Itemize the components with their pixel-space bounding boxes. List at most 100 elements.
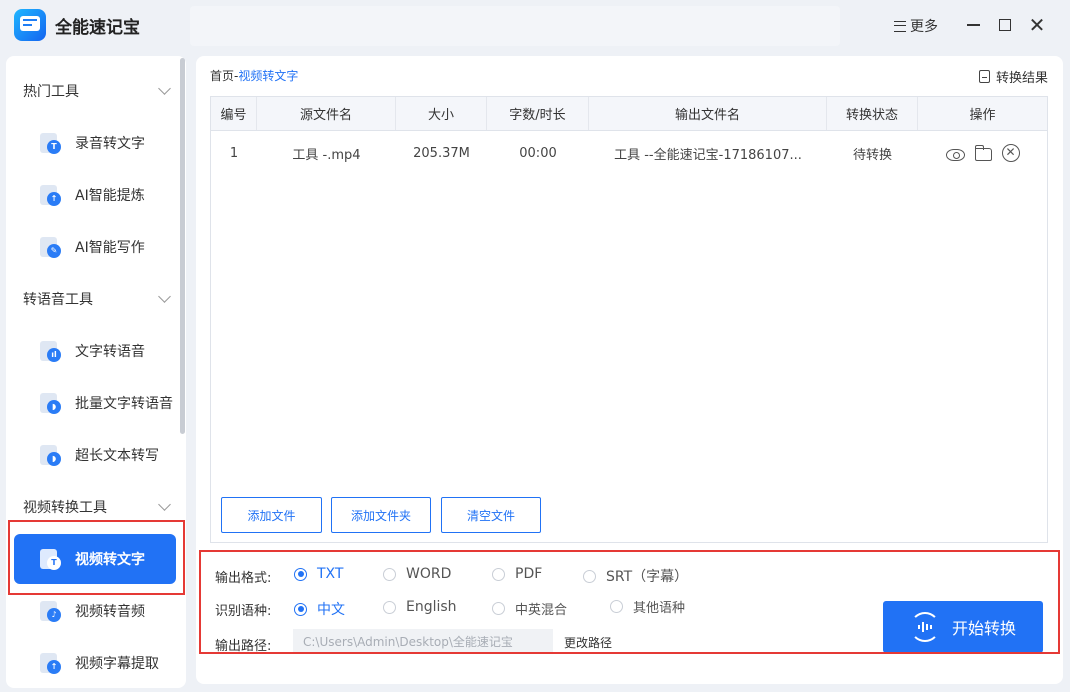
document-icon — [978, 70, 990, 83]
column-header-status: 转换状态 — [827, 97, 918, 130]
radio-selected-icon — [294, 567, 307, 581]
more-menu-label: 更多 — [910, 19, 938, 35]
language-option-label: 中文 — [317, 602, 345, 618]
sidebar-scrollbar[interactable] — [180, 58, 185, 434]
column-header-output: 输出文件名 — [589, 97, 827, 130]
radio-icon — [492, 602, 505, 615]
radio-icon — [583, 569, 596, 583]
format-option-srt[interactable]: SRT（字幕） — [583, 566, 688, 586]
format-option-pdf[interactable]: PDF — [492, 566, 542, 582]
add-folder-button[interactable]: 添加文件夹 — [331, 497, 431, 533]
sidebar-item-label: AI智能提炼 — [75, 188, 145, 204]
table-header: 编号 源文件名 大小 字数/时长 输出文件名 转换状态 操作 — [211, 97, 1047, 131]
close-button[interactable]: ✕ — [1027, 15, 1047, 35]
sidebar-group-label: 热门工具 — [23, 84, 79, 100]
language-option-mixed[interactable]: 中英混合 — [492, 599, 567, 618]
radio-selected-icon — [294, 602, 307, 616]
cell-id: 1 — [229, 145, 239, 161]
preview-eye-icon[interactable] — [945, 149, 965, 161]
sidebar-group-tts-tools[interactable]: 转语音工具 — [23, 287, 173, 311]
close-icon: ✕ — [1028, 13, 1046, 37]
audio-to-text-icon: T — [40, 132, 62, 154]
language-option-english[interactable]: English — [383, 599, 457, 615]
column-header-duration: 字数/时长 — [487, 97, 589, 130]
maximize-icon — [999, 19, 1011, 31]
format-option-txt[interactable]: TXT — [294, 566, 343, 582]
table-row: 1 工具 -.mp4 205.37M 00:00 工具 --全能速记宝-1718… — [211, 131, 1047, 175]
output-format-label: 输出格式: — [215, 571, 272, 586]
format-option-label: SRT（字幕） — [606, 569, 689, 585]
radio-icon — [610, 600, 623, 613]
format-option-word[interactable]: WORD — [383, 566, 451, 582]
minimize-button[interactable] — [963, 15, 983, 35]
chevron-down-icon — [158, 498, 171, 511]
radio-icon — [492, 567, 505, 581]
sidebar-item-video-to-text[interactable]: T 视频转文字 — [14, 534, 176, 584]
sidebar-item-subtitle-extract[interactable]: ↑ 视频字幕提取 — [14, 639, 176, 687]
sidebar-item-ai-extract[interactable]: ↑ AI智能提炼 — [14, 171, 176, 219]
sidebar-item-label: 批量文字转语音 — [75, 396, 173, 412]
sidebar-item-label: 视频转音频 — [75, 604, 145, 620]
audio-wave-icon — [909, 612, 940, 642]
language-option-other[interactable]: 其他语种 — [610, 597, 685, 616]
output-path-input[interactable]: C:\Users\Admin\Desktop\全能速记宝 — [293, 629, 553, 654]
sidebar-item-label: 超长文本转写 — [75, 448, 159, 464]
batch-tts-icon: ◗ — [40, 392, 62, 414]
sidebar-item-label: 文字转语音 — [75, 344, 145, 360]
column-header-id: 编号 — [211, 97, 257, 130]
sidebar-item-label: 录音转文字 — [75, 136, 145, 152]
open-folder-icon[interactable] — [974, 145, 992, 161]
language-option-label: English — [406, 599, 457, 615]
breadcrumb: 首页-视频转文字 — [210, 67, 298, 84]
chevron-down-icon — [158, 290, 171, 303]
column-header-size: 大小 — [396, 97, 487, 130]
sidebar-group-video-tools[interactable]: 视频转换工具 — [23, 495, 173, 519]
format-option-label: TXT — [317, 566, 344, 582]
clear-files-button[interactable]: 清空文件 — [441, 497, 541, 533]
sidebar-item-ai-writing[interactable]: ✎ AI智能写作 — [14, 223, 176, 271]
language-option-label: 其他语种 — [633, 601, 686, 616]
delete-circle-icon[interactable]: ✕ — [1001, 144, 1020, 162]
sidebar-item-long-text[interactable]: ◗ 超长文本转写 — [14, 431, 176, 479]
sidebar-group-label: 视频转换工具 — [23, 500, 107, 516]
app-title: 全能速记宝 — [55, 18, 140, 38]
cell-output: 工具 --全能速记宝-17186107... — [614, 147, 802, 163]
sidebar-group-label: 转语音工具 — [23, 292, 93, 308]
radio-icon — [383, 567, 396, 581]
settings-panel: 输出格式: TXT WORD PDF SRT（字幕） 识别语种: 中文 Engl… — [200, 550, 1060, 654]
sidebar-item-label: AI智能写作 — [75, 240, 145, 256]
language-option-chinese[interactable]: 中文 — [294, 599, 345, 619]
maximize-button[interactable] — [995, 15, 1015, 35]
cell-source: 工具 -.mp4 — [292, 147, 361, 163]
breadcrumb-home[interactable]: 首页 — [210, 69, 234, 83]
conversion-result-label: 转换结果 — [995, 71, 1048, 86]
menu-icon — [894, 20, 906, 32]
sidebar-item-label: 视频字幕提取 — [75, 656, 159, 672]
radio-icon — [383, 600, 396, 614]
sidebar-item-video-to-audio[interactable]: ♪ 视频转音频 — [14, 587, 176, 635]
conversion-result-button[interactable]: 转换结果 — [978, 67, 1048, 86]
title-bar: 全能速记宝 更多 ✕ — [0, 0, 1070, 52]
sidebar: 热门工具 T 录音转文字 ↑ AI智能提炼 ✎ AI智能写作 转语音工具 ıl … — [6, 56, 186, 688]
video-to-audio-icon: ♪ — [40, 600, 62, 622]
format-option-label: PDF — [515, 566, 543, 582]
more-menu-button[interactable]: 更多 — [894, 16, 938, 36]
title-drag-area — [190, 6, 840, 46]
cell-status: 待转换 — [852, 147, 892, 163]
ai-writing-icon: ✎ — [40, 236, 62, 258]
column-header-source: 源文件名 — [257, 97, 396, 130]
video-to-text-icon: T — [40, 548, 62, 570]
sidebar-group-hot-tools[interactable]: 热门工具 — [23, 79, 173, 103]
language-option-label: 中英混合 — [515, 603, 568, 618]
minimize-icon — [966, 24, 980, 26]
sidebar-item-batch-tts[interactable]: ◗ 批量文字转语音 — [14, 379, 176, 427]
long-text-icon: ◗ — [40, 444, 62, 466]
sidebar-item-text-to-speech[interactable]: ıl 文字转语音 — [14, 327, 176, 375]
sidebar-item-label: 视频转文字 — [75, 552, 145, 568]
chevron-down-icon — [158, 82, 171, 95]
add-file-button[interactable]: 添加文件 — [221, 497, 322, 533]
change-path-button[interactable]: 更改路径 — [564, 634, 612, 651]
start-conversion-button[interactable]: 开始转换 — [883, 601, 1043, 653]
cell-actions: ✕ — [918, 131, 1047, 175]
sidebar-item-audio-to-text[interactable]: T 录音转文字 — [14, 119, 176, 167]
